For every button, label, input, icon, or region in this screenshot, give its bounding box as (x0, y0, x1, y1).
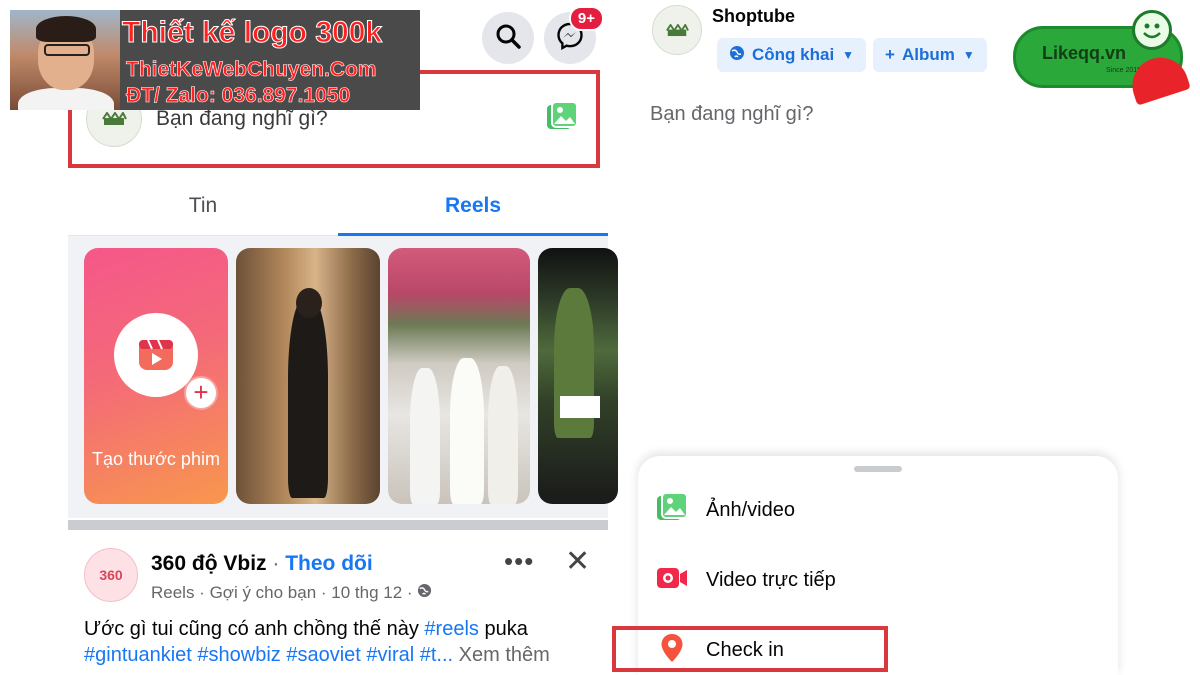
create-reel-label: Tạo thước phim (92, 449, 220, 469)
create-post-panel: Shoptube Công khai ▼ + Album ▼ Likeqq.vn… (612, 0, 1200, 675)
option-label: Ảnh/video (706, 498, 795, 521)
post-text: Ước gì tui cũng có anh chồng thế này (84, 618, 425, 640)
shop-logo-icon (102, 112, 127, 125)
reel-thumbnail[interactable] (236, 248, 380, 504)
create-reel-card[interactable]: + Tạo thước phim (84, 248, 228, 504)
page-avatar (652, 5, 702, 55)
tab-stories[interactable]: Tin (68, 180, 338, 235)
photo-icon[interactable] (546, 100, 578, 137)
ad-title: Thiết kế logo 300k (121, 16, 383, 50)
audience-selector[interactable]: Công khai ▼ (717, 38, 867, 72)
post-text-placeholder[interactable]: Bạn đang nghĩ gì? (650, 103, 813, 126)
facebook-feed-panel: fa 9+ Bạn đang nghĩ gì? Tin Reels (0, 0, 620, 675)
suggested-post: 360 360 độ Vbiz · Theo dõi Reels · Gợi ý… (68, 532, 608, 675)
page-name: Shoptube (712, 6, 795, 26)
section-divider (68, 520, 608, 530)
notification-badge: 9+ (568, 6, 604, 31)
chevron-down-icon: ▼ (842, 48, 855, 62)
more-options-icon[interactable]: ••• (504, 546, 534, 577)
ad-person-photo (10, 10, 120, 110)
ad-banner: Thiết kế logo 300k ThietKeWebChuyen.Com … (10, 10, 420, 110)
hashtag-link[interactable]: #reels (424, 618, 478, 640)
see-more-link[interactable]: Xem thêm (459, 644, 550, 666)
shop-logo-icon (666, 23, 689, 36)
messenger-button[interactable]: 9+ (544, 6, 604, 64)
plus-icon: + (885, 45, 895, 64)
check-in-highlight (612, 626, 888, 672)
live-video-icon (656, 566, 688, 595)
smiley-icon (1132, 10, 1172, 50)
album-label: Album (901, 45, 955, 64)
globe-icon (729, 45, 745, 66)
post-author-avatar[interactable]: 360 (84, 548, 138, 602)
option-live-video[interactable]: Video trực tiếp (656, 558, 836, 602)
ad-contact: ĐT/ Zalo: 036.897.1050 (126, 84, 351, 108)
watermark-brand: Likeqq.vn (1042, 43, 1127, 63)
album-selector[interactable]: + Album ▼ (873, 38, 987, 72)
reel-thumbnail[interactable] (538, 248, 618, 504)
post-author-name[interactable]: 360 độ Vbiz (151, 552, 267, 575)
post-meta-text: Reels · Gợi ý cho bạn · 10 thg 12 · (151, 583, 413, 602)
sheet-drag-handle[interactable] (854, 466, 902, 472)
close-icon[interactable]: ✕ (565, 544, 590, 579)
option-label: Video trực tiếp (706, 568, 836, 591)
globe-icon (417, 583, 432, 602)
chevron-down-icon: ▼ (962, 48, 975, 62)
screenshot-stage: fa 9+ Bạn đang nghĩ gì? Tin Reels (0, 0, 1200, 675)
ad-website: ThietKeWebChuyen.Com (126, 58, 377, 82)
search-icon (495, 23, 521, 54)
reels-carousel: + Tạo thước phim (68, 236, 618, 518)
option-photo-video[interactable]: Ảnh/video (656, 488, 795, 532)
post-text-tail: puka (478, 618, 528, 640)
post-meta: Reels · Gợi ý cho bạn · 10 thg 12 · (151, 583, 432, 603)
follow-link[interactable]: Theo dõi (285, 552, 373, 575)
post-body: Ước gì tui cũng có anh chồng thế này #re… (84, 616, 594, 668)
add-plus-icon: + (184, 376, 218, 410)
post-author-line: 360 độ Vbiz · Theo dõi (151, 552, 373, 576)
tab-reels[interactable]: Reels (338, 180, 608, 236)
audience-label: Công khai (752, 45, 835, 64)
photo-video-icon (656, 491, 688, 528)
hashtag-links[interactable]: #gintuankiet #showbiz #saoviet #viral #t… (84, 644, 453, 666)
search-button[interactable] (482, 12, 534, 64)
post-author-separator: · (272, 552, 280, 575)
feed-tabs: Tin Reels (68, 180, 608, 236)
composer-placeholder: Bạn đang nghĩ gì? (156, 107, 328, 130)
reel-thumbnail[interactable] (388, 248, 530, 504)
